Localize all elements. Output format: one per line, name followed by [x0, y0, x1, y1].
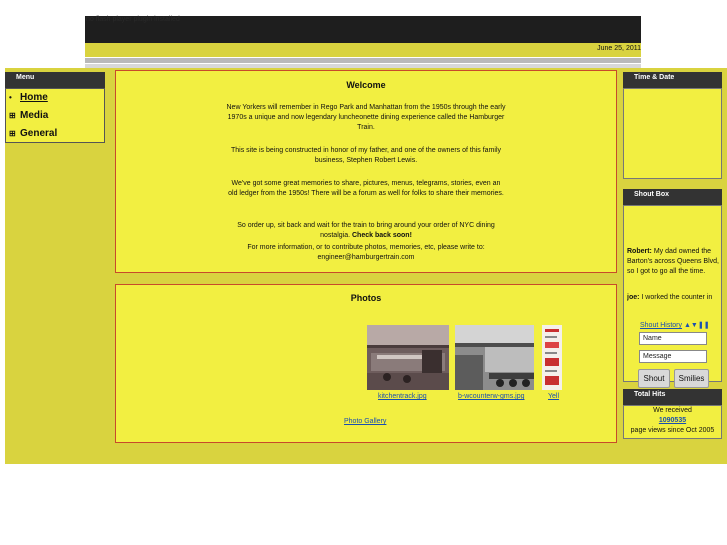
photo-caption-link[interactable]: b-wcounterw-gms.jpg: [458, 393, 525, 400]
date-bar: June 25, 2011: [85, 43, 641, 57]
menu-panel: • Home ⊞ Media ⊞ General: [5, 88, 105, 143]
pause-icon[interactable]: ❚❚: [698, 322, 710, 329]
bullet-icon: •: [9, 93, 12, 102]
shout-name-input[interactable]: Name: [639, 332, 707, 345]
expand-icon[interactable]: ⊞: [9, 111, 20, 120]
shoutbox-header: Shout Box: [623, 189, 722, 205]
time-date-header: Time & Date: [623, 72, 722, 88]
shout-history[interactable]: Shout History ▲▼❚❚: [640, 321, 710, 329]
welcome-panel: Welcome New Yorkers will remember in Reg…: [115, 70, 617, 273]
menu-header: Menu: [5, 72, 105, 88]
scroll-down-icon[interactable]: ▼: [691, 322, 698, 329]
welcome-title: Welcome: [346, 80, 386, 90]
welcome-paragraph: We've got some great memories to share, …: [228, 180, 504, 197]
menu-item-label: Media: [20, 110, 49, 121]
total-hits-header: Total Hits: [623, 389, 722, 405]
shout-message: Robert: My dad owned the Barton's across…: [627, 247, 719, 277]
shout-author: Robert:: [627, 248, 652, 255]
photos-title: Photos: [350, 293, 382, 303]
menu-item-media[interactable]: ⊞ Media: [9, 110, 48, 121]
expand-icon[interactable]: ⊞: [9, 129, 20, 138]
divider: [85, 58, 641, 63]
photo-caption-link[interactable]: kitchentrack.jpg: [378, 393, 427, 400]
hits-label: page views since Oct 2005: [630, 427, 715, 434]
scroll-up-icon[interactable]: ▲: [684, 322, 691, 329]
photo-thumbnail[interactable]: [367, 325, 449, 390]
welcome-paragraph: So order up, sit back and wait for the t…: [226, 221, 506, 241]
shout-message-input[interactable]: Message: [639, 350, 707, 363]
photo-thumbnail[interactable]: [455, 325, 534, 390]
welcome-emphasis: Check back soon!: [352, 232, 412, 239]
shout-history-link[interactable]: Shout History: [640, 322, 682, 329]
photos-panel: Photos kitchentrack.jpg b-wcounterw-gms.…: [115, 284, 617, 443]
contact-paragraph: For more information, or to contribute p…: [247, 244, 485, 261]
menu-item-general[interactable]: ⊞ General: [9, 128, 57, 139]
shout-button[interactable]: Shout: [638, 369, 670, 388]
time-date-panel: [623, 88, 722, 179]
menu-item-label: General: [20, 128, 58, 139]
welcome-paragraph: New Yorkers will remember in Rego Park a…: [226, 104, 506, 131]
shoutbox-panel: Robert: My dad owned the Barton's across…: [623, 205, 722, 388]
photo-thumbnail[interactable]: [542, 325, 562, 390]
total-hits-panel: We received 1090535 page views since Oct…: [623, 405, 722, 439]
shout-text: I worked the counter in the: [641, 294, 713, 301]
photo-caption-link[interactable]: Yell: [548, 393, 559, 400]
hits-label: We received: [653, 407, 692, 414]
current-date: June 25, 2011: [597, 45, 641, 52]
menu-item-home[interactable]: • Home: [9, 92, 48, 103]
smilies-button[interactable]: Smilies: [674, 369, 709, 388]
shout-message: joe: I worked the counter in the: [627, 293, 719, 304]
flash-message: no flash player plugin installed: [86, 16, 180, 23]
photo-gallery-link[interactable]: Photo Gallery: [344, 418, 386, 425]
menu-item-label: Home: [20, 92, 48, 103]
hits-count-link[interactable]: 1090535: [624, 417, 721, 424]
shout-author: joe:: [627, 294, 640, 301]
welcome-paragraph: This site is being constructed in honor …: [230, 147, 502, 164]
divider: [85, 64, 641, 68]
